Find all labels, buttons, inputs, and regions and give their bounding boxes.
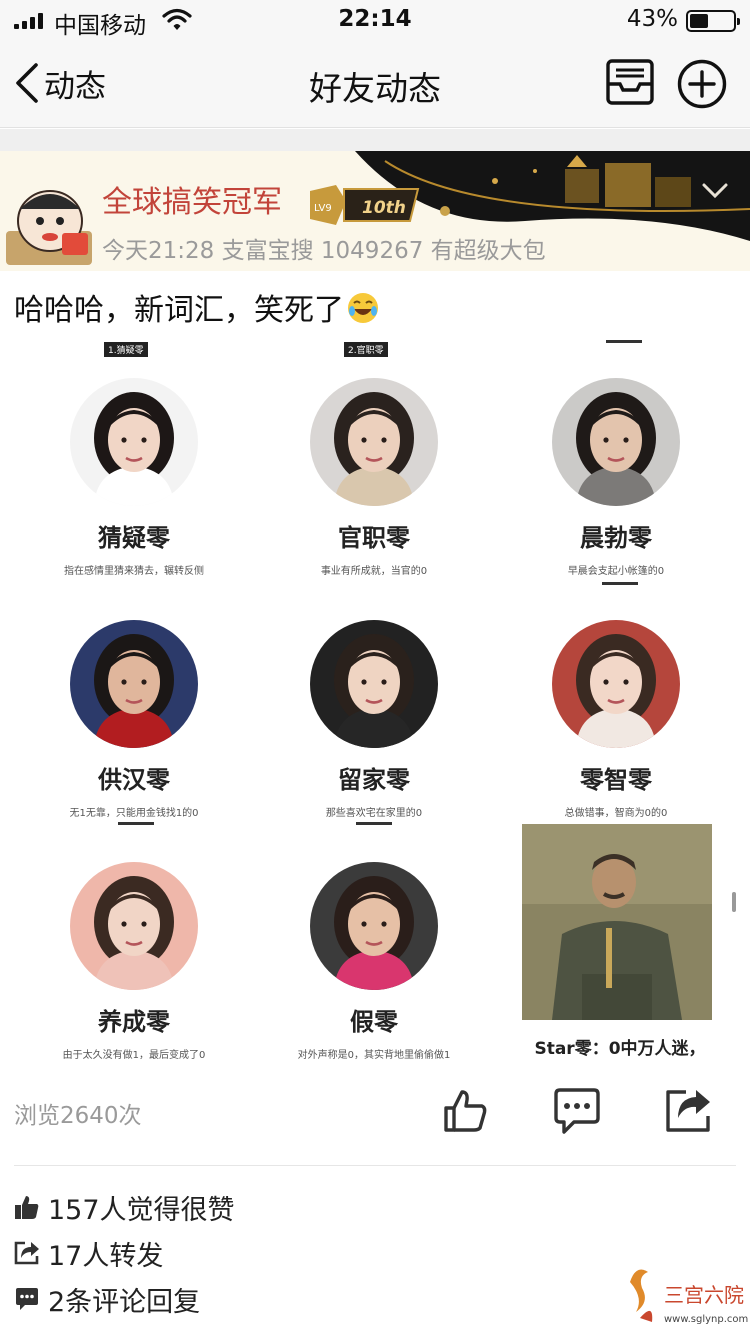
cell-title: 假零 xyxy=(350,1008,398,1036)
cell-title: 猜疑零 xyxy=(98,524,170,552)
section-gap xyxy=(0,129,750,151)
cell-title: 养成零 xyxy=(98,1008,170,1036)
tears-of-joy-emoji-icon xyxy=(348,293,378,323)
anniversary-text: 10th xyxy=(362,198,406,218)
comment-icon xyxy=(16,1288,38,1310)
portrait-photo xyxy=(70,378,198,506)
cell-title: 官职零 xyxy=(338,524,410,552)
post-meta: 今天21:28 支富宝搜 1049267 有超级大包 xyxy=(102,238,546,264)
thumbs-up-icon xyxy=(15,1196,39,1219)
post-text-content: 哈哈哈，新词汇，笑死了 xyxy=(14,293,344,328)
battery-percent: 43% xyxy=(626,6,678,32)
post-text: 哈哈哈，新词汇，笑死了 xyxy=(14,285,380,329)
view-count: 浏览2640次 xyxy=(14,1103,142,1129)
post-header: 全球搞笑冠军 LV9 10th 今天21:28 支富宝搜 1049267 有超级… xyxy=(0,151,750,271)
chevron-down-icon[interactable] xyxy=(700,181,730,201)
cell-title: 零智零 xyxy=(580,766,652,794)
grid-cell: 养成零由于太久没有做1，最后变成了0 xyxy=(14,824,254,1060)
comments-count: 2条评论回复 xyxy=(48,1286,201,1318)
cell-description: 早晨会支起小帐篷的0 xyxy=(567,566,665,577)
level-badge-icon: LV9 10th xyxy=(310,185,420,225)
shares-count: 17人转发 xyxy=(48,1240,164,1272)
plus-circle-icon[interactable] xyxy=(676,58,728,110)
avatar[interactable] xyxy=(6,179,92,265)
grid-cell: 假零对外声称是0，其实背地里偷偷做1 xyxy=(254,824,494,1060)
battery-icon xyxy=(686,10,740,32)
portrait-photo xyxy=(310,862,438,990)
portrait-photo xyxy=(552,378,680,506)
author-name[interactable]: 全球搞笑冠军 xyxy=(102,177,282,221)
comment-icon[interactable] xyxy=(552,1086,602,1136)
watermark-name: 三宫六院 xyxy=(664,1283,744,1307)
cell-title: 晨勃零 xyxy=(580,524,652,552)
likes-summary[interactable]: 157人觉得很赞 xyxy=(14,1189,235,1226)
cell-description: 事业有所成就，当官的0 xyxy=(320,566,428,577)
shares-summary[interactable]: 17人转发 xyxy=(14,1235,164,1272)
battery-level-fill xyxy=(690,14,709,28)
cell-description: 由于太久没有做1，最后变成了0 xyxy=(62,1050,206,1060)
thumbs-up-icon[interactable] xyxy=(440,1086,490,1136)
comments-summary[interactable]: 2条评论回复 xyxy=(14,1281,201,1318)
portrait-photo xyxy=(70,620,198,748)
status-bar: 中国移动 22:14 43% xyxy=(0,0,750,40)
scroll-indicator xyxy=(732,892,736,912)
cell-description: 总做错事，智商为0的0 xyxy=(564,808,668,819)
cell-title: 供汉零 xyxy=(98,766,170,794)
image-caption: Star零：0中万人迷， xyxy=(534,1039,706,1059)
level-text: LV9 xyxy=(314,203,332,214)
grid-cell: 2.官职零官职零事业有所成就，当官的0 xyxy=(254,340,494,580)
grid-cell: 供汉零无1无靠，只能用金钱找1的0 xyxy=(14,582,254,822)
grid-cell: 晨勃零早晨会支起小帐篷的0 xyxy=(496,340,736,580)
likes-count: 157人觉得很赞 xyxy=(48,1194,235,1226)
portrait-photo xyxy=(310,378,438,506)
grid-cell: 1.猜疑零猜疑零指在感情里猜来猜去，辗转反侧 xyxy=(14,340,254,580)
nav-bar: 动态 好友动态 xyxy=(0,40,750,128)
portrait-painting xyxy=(522,824,712,1020)
grid-cell: 留家零那些喜欢宅在家里的0 xyxy=(254,582,494,822)
watermark-url: www.sglynp.com xyxy=(664,1314,748,1325)
share-icon[interactable] xyxy=(664,1086,714,1136)
cell-description: 无1无靠，只能用金钱找1的0 xyxy=(69,808,199,819)
portrait-photo xyxy=(310,620,438,748)
portrait-photo xyxy=(70,862,198,990)
portrait-photo xyxy=(552,620,680,748)
watermark-logo: 三宫六院 www.sglynp.com xyxy=(630,1269,748,1325)
post-image[interactable]: Star零：0中万人迷， 1.猜疑零 猜疑零 指在感情里猜来猜去，辗转反侧 2.官职零… xyxy=(14,340,736,1060)
share-icon xyxy=(14,1241,39,1265)
cell-tag: 2.官职零 xyxy=(344,342,388,357)
cell-tag: 1.猜疑零 xyxy=(104,342,148,357)
grid-cell: 零智零总做错事，智商为0的0 xyxy=(496,582,736,822)
mail-tray-icon[interactable] xyxy=(604,58,656,108)
cell-description: 那些喜欢宅在家里的0 xyxy=(325,808,423,819)
divider xyxy=(14,1165,736,1166)
cell-title: 留家零 xyxy=(338,766,410,794)
cell-description: 对外声称是0，其实背地里偷偷做1 xyxy=(297,1050,451,1060)
cell-description: 指在感情里猜来猜去，辗转反侧 xyxy=(64,566,204,577)
